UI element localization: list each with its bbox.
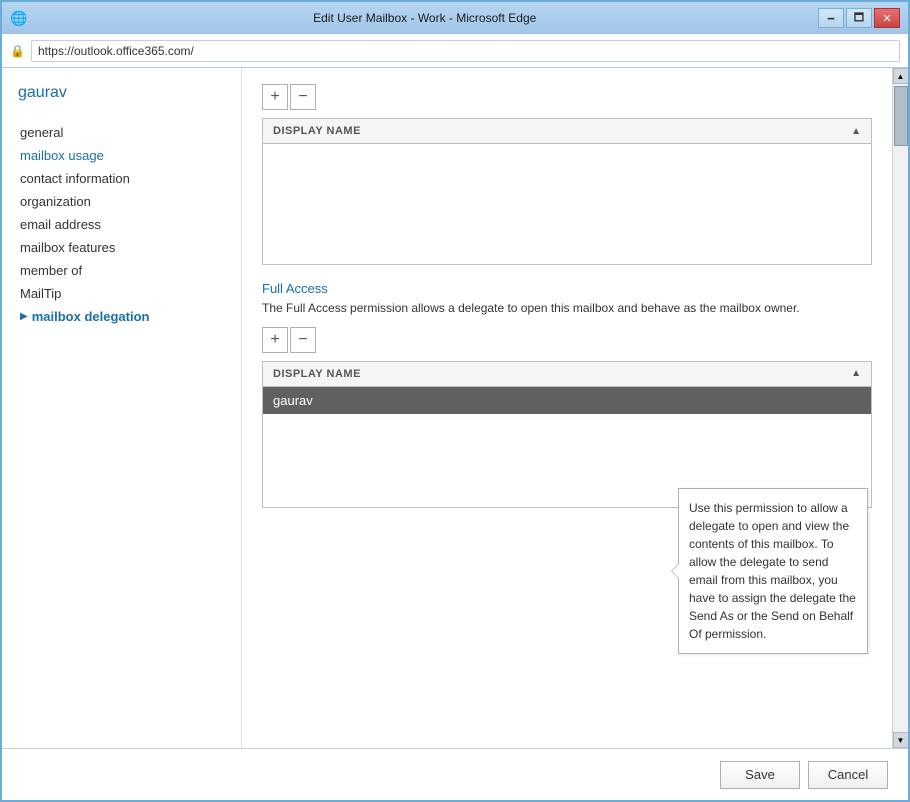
full-access-sort-icon: ▲ [851, 368, 861, 379]
footer: Save Cancel [2, 748, 908, 800]
scroll-thumb[interactable] [894, 86, 908, 146]
full-access-add-button[interactable]: + [262, 327, 288, 353]
sidebar-item-mailbox-delegation[interactable]: ▶ mailbox delegation [18, 306, 225, 327]
full-access-column-header: DISPLAY NAME [273, 368, 361, 380]
full-access-title: Full Access [262, 281, 872, 296]
maximize-button[interactable]: 🗖 [846, 8, 872, 28]
browser-window: 🌐 Edit User Mailbox - Work - Microsoft E… [0, 0, 910, 802]
full-access-remove-button[interactable]: − [290, 327, 316, 353]
main-panel: + − DISPLAY NAME ▲ Full Access The Full … [242, 68, 892, 748]
sidebar-link-email-address[interactable]: email address [20, 217, 101, 232]
save-button[interactable]: Save [720, 761, 800, 789]
full-access-table: DISPLAY NAME ▲ gaurav [262, 361, 872, 508]
section1-remove-button[interactable]: − [290, 84, 316, 110]
sidebar-item-mailtip[interactable]: MailTip [18, 283, 225, 304]
sidebar-item-mailbox-usage[interactable]: mailbox usage [18, 145, 225, 166]
tooltip-box: Use this permission to allow a delegate … [678, 488, 868, 654]
close-button[interactable]: ✕ [874, 8, 900, 28]
full-access-description: The Full Access permission allows a dele… [262, 300, 872, 317]
section1-table-body [263, 144, 871, 264]
sidebar-link-mailbox-delegation[interactable]: mailbox delegation [32, 309, 150, 324]
sidebar-item-contact-information[interactable]: contact information [18, 168, 225, 189]
active-arrow-icon: ▶ [20, 311, 28, 322]
sidebar-username: gaurav [18, 84, 225, 102]
sidebar-nav: general mailbox usage contact informatio… [18, 122, 225, 327]
section1-column-header: DISPLAY NAME [273, 125, 361, 137]
lock-icon: 🔒 [10, 44, 25, 58]
scrollbar: ▲ ▼ [892, 68, 908, 748]
section1-sort-icon: ▲ [851, 126, 861, 137]
scroll-up-button[interactable]: ▲ [893, 68, 909, 84]
sidebar-link-member-of[interactable]: member of [20, 263, 82, 278]
tooltip-text: Use this permission to allow a delegate … [689, 501, 856, 641]
sidebar-link-mailbox-usage[interactable]: mailbox usage [20, 148, 104, 163]
window-title: Edit User Mailbox - Work - Microsoft Edg… [31, 11, 818, 25]
section1-add-button[interactable]: + [262, 84, 288, 110]
sidebar: gaurav general mailbox usage contact inf… [2, 68, 242, 748]
title-bar: 🌐 Edit User Mailbox - Work - Microsoft E… [2, 2, 908, 34]
section1-table: DISPLAY NAME ▲ [262, 118, 872, 265]
sidebar-item-general[interactable]: general [18, 122, 225, 143]
sidebar-link-mailbox-features[interactable]: mailbox features [20, 240, 115, 255]
url-input[interactable] [31, 40, 900, 62]
sidebar-item-mailbox-features[interactable]: mailbox features [18, 237, 225, 258]
cancel-button[interactable]: Cancel [808, 761, 888, 789]
scroll-down-button[interactable]: ▼ [893, 732, 909, 748]
sidebar-link-mailtip[interactable]: MailTip [20, 286, 61, 301]
sidebar-link-organization[interactable]: organization [20, 194, 91, 209]
minimize-button[interactable]: 🗕 [818, 8, 844, 28]
address-bar: 🔒 [2, 34, 908, 68]
sidebar-link-general[interactable]: general [20, 125, 63, 140]
full-access-selected-row[interactable]: gaurav [263, 387, 871, 414]
window-controls: 🗕 🗖 ✕ [818, 8, 900, 28]
full-access-table-header: DISPLAY NAME ▲ [263, 362, 871, 387]
sidebar-link-contact-information[interactable]: contact information [20, 171, 130, 186]
sidebar-item-member-of[interactable]: member of [18, 260, 225, 281]
sidebar-item-organization[interactable]: organization [18, 191, 225, 212]
browser-icon: 🌐 [10, 10, 27, 27]
sidebar-item-email-address[interactable]: email address [18, 214, 225, 235]
section1-controls: + − [262, 84, 872, 110]
section1-table-header: DISPLAY NAME ▲ [263, 119, 871, 144]
content-area: gaurav general mailbox usage contact inf… [2, 68, 908, 748]
full-access-controls: + − [262, 327, 872, 353]
